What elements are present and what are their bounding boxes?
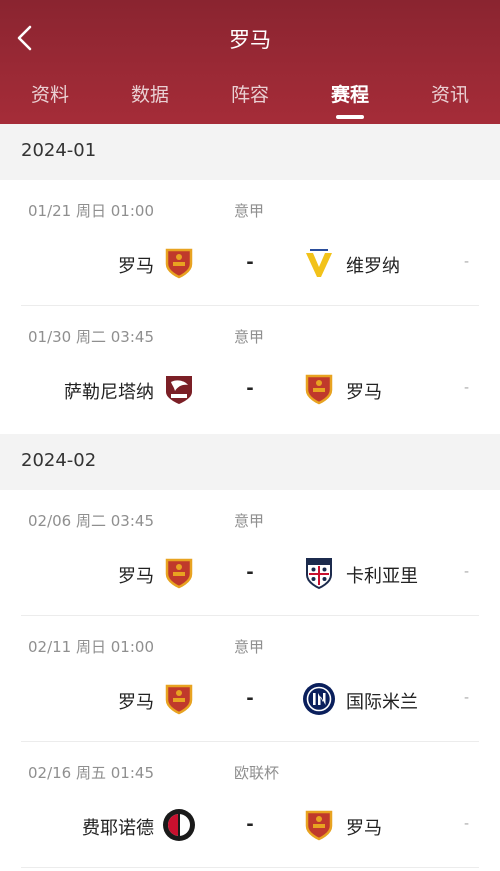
away-team-name: 维罗纳 — [346, 256, 400, 277]
away-team-name: 国际米兰 — [346, 692, 418, 713]
tab-lineup[interactable]: 阵容 — [200, 80, 300, 107]
roma-crest-icon — [162, 556, 196, 590]
home-team-name: 费耶诺德 — [82, 818, 154, 839]
tab-stats[interactable]: 数据 — [100, 80, 200, 107]
tab-schedule[interactable]: 赛程 — [300, 80, 400, 107]
match-row[interactable]: 02/16 周五 01:45 欧联杯 费耶诺德 - 罗马 - — [0, 742, 500, 868]
active-tab-indicator — [336, 115, 364, 119]
match-vs: - — [246, 378, 254, 399]
page-title: 罗马 — [229, 28, 271, 52]
match-competition: 意甲 — [234, 512, 265, 530]
match-competition: 意甲 — [234, 638, 265, 656]
tab-bar: 资料 数据 阵容 赛程 资讯 — [0, 70, 500, 124]
month-header: 2024-02 — [0, 434, 500, 490]
home-team-name: 罗马 — [118, 692, 154, 713]
tab-profile[interactable]: 资料 — [0, 80, 100, 107]
match-row[interactable]: 02/06 周二 03:45 意甲 罗马 - 卡利亚里 - — [0, 490, 500, 616]
verona-crest-icon — [302, 246, 336, 280]
row-divider — [21, 867, 479, 868]
match-score: - — [464, 816, 470, 832]
away-team-name: 罗马 — [346, 382, 382, 403]
match-competition: 欧联杯 — [234, 764, 280, 782]
match-competition: 意甲 — [234, 202, 265, 220]
match-datetime: 02/06 周二 03:45 — [28, 512, 154, 530]
match-vs: - — [246, 814, 254, 835]
month-header: 2024-01 — [0, 124, 500, 180]
month-label: 2024-02 — [21, 450, 97, 471]
away-team-name: 卡利亚里 — [346, 566, 418, 587]
roma-crest-icon — [162, 246, 196, 280]
home-team-name: 罗马 — [118, 256, 154, 277]
feyenoord-crest-icon — [162, 808, 196, 842]
match-score: - — [464, 254, 470, 270]
away-team-name: 罗马 — [346, 818, 382, 839]
match-vs: - — [246, 252, 254, 273]
app-header: 罗马 资料 数据 阵容 赛程 资讯 — [0, 0, 500, 124]
roma-crest-icon — [162, 682, 196, 716]
match-row[interactable]: 02/11 周日 01:00 意甲 罗马 - 国际米兰 - — [0, 616, 500, 742]
roma-crest-icon — [302, 808, 336, 842]
match-vs: - — [246, 562, 254, 583]
inter-crest-icon — [302, 682, 336, 716]
month-label: 2024-01 — [21, 140, 97, 161]
match-score: - — [464, 380, 470, 396]
salernitana-crest-icon — [162, 372, 196, 406]
match-score: - — [464, 564, 470, 580]
cagliari-crest-icon — [302, 556, 336, 590]
home-team-name: 罗马 — [118, 566, 154, 587]
roma-crest-icon — [302, 372, 336, 406]
match-datetime: 02/11 周日 01:00 — [28, 638, 154, 656]
match-vs: - — [246, 688, 254, 709]
match-datetime: 02/16 周五 01:45 — [28, 764, 154, 782]
match-competition: 意甲 — [234, 328, 265, 346]
match-datetime: 01/30 周二 03:45 — [28, 328, 154, 346]
match-row[interactable]: 01/30 周二 03:45 意甲 萨勒尼塔纳 - 罗马 - — [0, 306, 500, 432]
tab-news[interactable]: 资讯 — [400, 80, 500, 107]
match-datetime: 01/21 周日 01:00 — [28, 202, 154, 220]
match-row[interactable]: 01/21 周日 01:00 意甲 罗马 - 维罗纳 - — [0, 180, 500, 306]
match-score: - — [464, 690, 470, 706]
home-team-name: 萨勒尼塔纳 — [64, 382, 154, 403]
